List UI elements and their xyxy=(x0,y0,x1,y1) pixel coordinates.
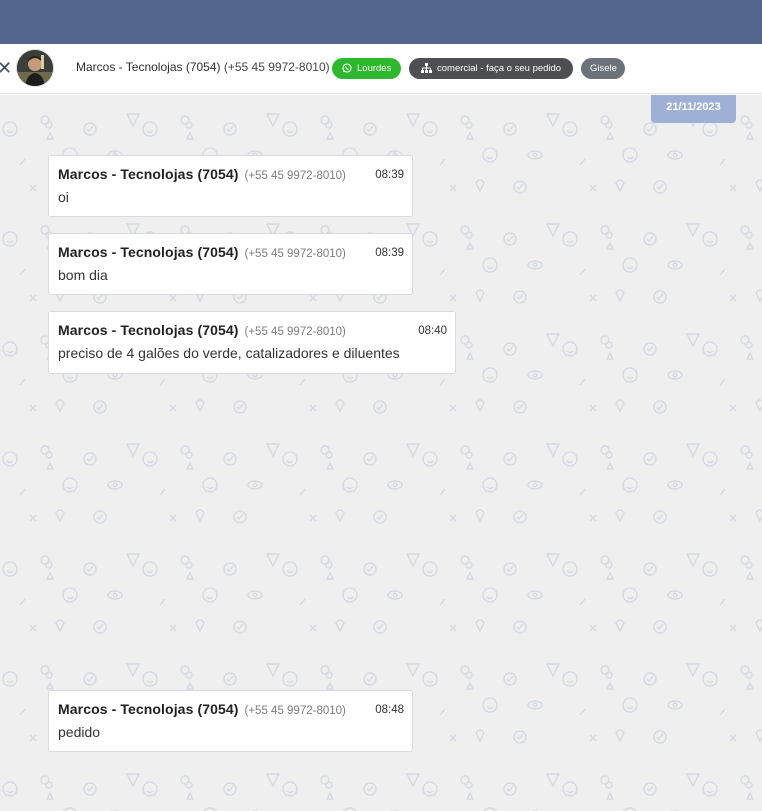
message-phone: (+55 45 9972-8010) xyxy=(244,248,346,260)
message-text: pedido xyxy=(58,724,101,740)
chat-header: ✕ Marcos - Tecnolojas (7054) (+55 45 997… xyxy=(0,44,762,94)
whatsapp-icon xyxy=(342,63,352,73)
department-tag[interactable]: comercial - faça o seu pedido xyxy=(409,58,573,79)
message-bubble[interactable]: Marcos - Tecnolojas (7054) (+55 45 9972-8… xyxy=(48,311,456,374)
whatsapp-connection-tag[interactable]: Lourdes xyxy=(332,58,401,79)
message-text: bom dia xyxy=(58,267,108,283)
user-tag[interactable]: Gisele xyxy=(581,58,625,79)
message-bubble[interactable]: Marcos - Tecnolojas (7054) (+55 45 9972-8… xyxy=(48,690,413,752)
top-bar xyxy=(0,0,762,44)
whatsapp-tag-label: Lourdes xyxy=(357,63,392,74)
department-tag-label: comercial - faça o seu pedido xyxy=(437,63,562,74)
date-chip: 21/11/2023 xyxy=(651,95,736,123)
message-time: 08:39 xyxy=(375,247,404,259)
message-time: 08:39 xyxy=(375,169,404,181)
contact-name-text: Marcos - Tecnolojas (7054) xyxy=(76,60,221,74)
message-sender: Marcos - Tecnolojas (7054) xyxy=(58,322,239,338)
message-bubble[interactable]: Marcos - Tecnolojas (7054) (+55 45 9972-8… xyxy=(48,155,413,217)
avatar[interactable] xyxy=(17,50,53,86)
message-phone: (+55 45 9972-8010) xyxy=(244,170,346,182)
message-sender: Marcos - Tecnolojas (7054) xyxy=(58,244,239,260)
message-phone: (+55 45 9972-8010) xyxy=(244,705,346,717)
message-time: 08:40 xyxy=(418,325,447,337)
user-tag-label: Gisele xyxy=(590,63,617,74)
close-icon[interactable]: ✕ xyxy=(0,57,12,79)
message-sender: Marcos - Tecnolojas (7054) xyxy=(58,701,239,717)
message-sender: Marcos - Tecnolojas (7054) xyxy=(58,166,239,182)
message-text: preciso de 4 galões do verde, catalizado… xyxy=(58,345,400,361)
contact-name: Marcos - Tecnolojas (7054) (+55 45 9972-… xyxy=(76,60,330,74)
message-bubble[interactable]: Marcos - Tecnolojas (7054) (+55 45 9972-8… xyxy=(48,233,413,295)
message-phone: (+55 45 9972-8010) xyxy=(244,326,346,338)
sitemap-icon xyxy=(421,63,432,73)
message-text: oi xyxy=(58,189,69,205)
message-time: 08:48 xyxy=(375,704,404,716)
contact-phone: (+55 45 9972-8010) xyxy=(223,60,330,74)
